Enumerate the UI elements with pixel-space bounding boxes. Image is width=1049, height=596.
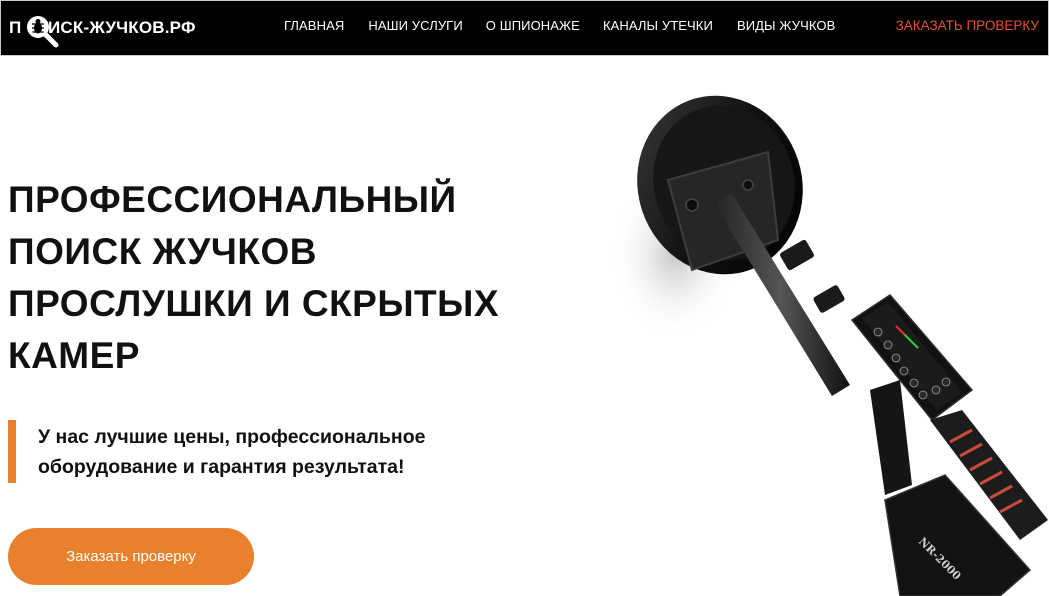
nav-item-bug-types[interactable]: ВИДЫ ЖУЧКОВ: [737, 18, 835, 33]
order-check-button[interactable]: Заказать проверку: [8, 528, 254, 585]
logo-first-letter: П: [9, 18, 22, 37]
nav-item-home[interactable]: ГЛАВНАЯ: [284, 18, 344, 33]
subtitle-accent-bar: [8, 420, 16, 483]
hero-title-line: ПОИСК ЖУЧКОВ: [8, 231, 318, 272]
hero-title-line: ПРОСЛУШКИ И СКРЫТЫХ: [8, 283, 500, 324]
detector-product-image: NR-2000: [610, 95, 1048, 596]
hero-subtitle: У нас лучшие цены, профессиональное обор…: [38, 422, 558, 482]
main-nav: ГЛАВНАЯ НАШИ УСЛУГИ О ШПИОНАЖЕ КАНАЛЫ УТ…: [284, 18, 835, 33]
nav-item-leak-channels[interactable]: КАНАЛЫ УТЕЧКИ: [603, 18, 713, 33]
order-check-link[interactable]: ЗАКАЗАТЬ ПРОВЕРКУ: [896, 18, 1039, 33]
hero-title-line: ПРОФЕССИОНАЛЬНЫЙ: [8, 179, 457, 220]
logo-rest: ИСК-ЖУЧКОВ.РФ: [48, 18, 196, 37]
nav-item-espionage[interactable]: О ШПИОНАЖЕ: [486, 18, 580, 33]
hero-subtitle-line: У нас лучшие цены, профессиональное: [38, 426, 426, 448]
hero-title-line: КАМЕР: [8, 335, 140, 376]
hero-title: ПРОФЕССИОНАЛЬНЫЙ ПОИСК ЖУЧКОВ ПРОСЛУШКИ …: [8, 174, 568, 382]
site-logo[interactable]: П ИСК-ЖУЧКОВ.РФ: [9, 11, 196, 48]
hero-subtitle-line: оборудование и гарантия результата!: [38, 456, 405, 478]
logo-text: П ИСК-ЖУЧКОВ.РФ: [9, 18, 196, 38]
site-header: П ИСК-ЖУЧКОВ.РФ ГЛАВНАЯ НАШИ УСЛУГИ О ШПИ…: [0, 0, 1049, 56]
page: П ИСК-ЖУЧКОВ.РФ ГЛАВНАЯ НАШИ УСЛУГИ О ШПИ…: [0, 0, 1049, 596]
nav-item-services[interactable]: НАШИ УСЛУГИ: [368, 18, 462, 33]
